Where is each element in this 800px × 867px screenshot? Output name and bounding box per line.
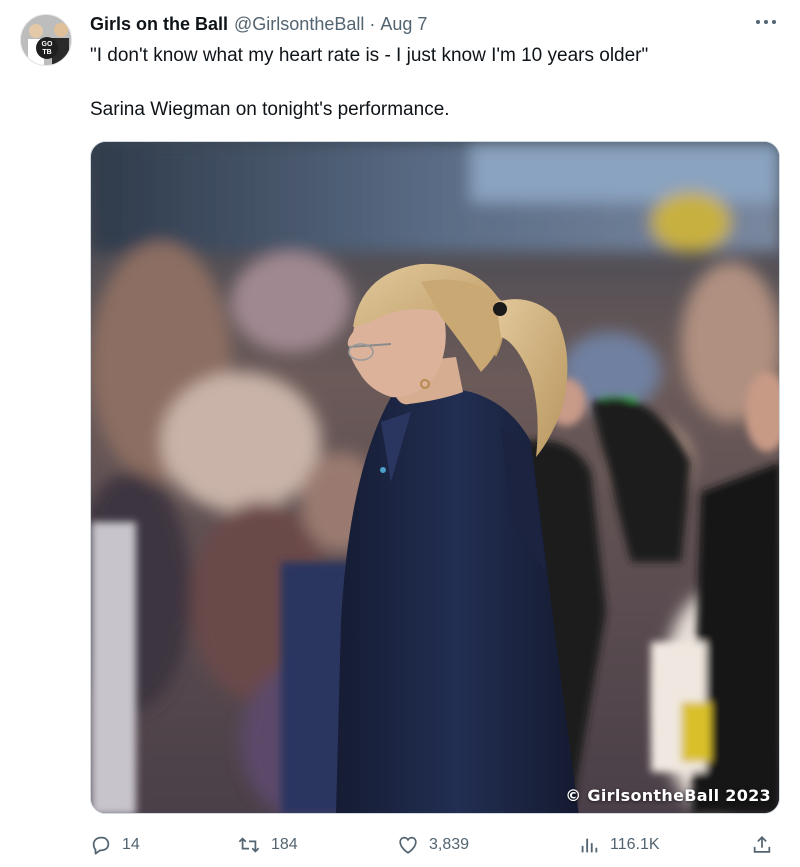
reply-button[interactable]: 14 <box>90 832 140 858</box>
share-icon <box>753 835 771 853</box>
more-horizontal-icon <box>756 20 776 24</box>
svg-text:TB: TB <box>42 49 51 56</box>
like-icon <box>399 836 417 854</box>
view-count: 116.1K <box>610 836 660 853</box>
user-handle[interactable]: @GirlsontheBall <box>234 14 364 35</box>
reply-count: 14 <box>122 836 140 853</box>
like-count: 3,839 <box>429 836 470 853</box>
retweet-button[interactable]: 184 <box>237 832 298 858</box>
avatar[interactable]: GO TB <box>20 14 72 66</box>
like-button[interactable]: 3,839 <box>397 832 469 858</box>
tweet-header: Girls on the Ball @GirlsontheBall · Aug … <box>90 14 780 40</box>
photo-watermark: © GirlsontheBall 2023 <box>565 786 771 805</box>
header-separator: · <box>369 14 376 34</box>
tweet-date[interactable]: Aug 7 <box>380 14 427 35</box>
photo-image <box>91 142 779 813</box>
more-options-button[interactable] <box>752 10 780 34</box>
retweet-count: 184 <box>271 836 298 853</box>
tweet-text-quote: "I don't know what my heart rate is - I … <box>90 45 649 66</box>
display-name[interactable]: Girls on the Ball <box>90 14 228 35</box>
tweet-photo[interactable]: © GirlsontheBall 2023 <box>90 141 780 814</box>
share-button[interactable] <box>751 832 783 858</box>
views-button[interactable]: 116.1K <box>578 832 660 858</box>
reply-icon <box>92 836 110 855</box>
tweet-action-bar: 14 184 3,839 116.1K <box>90 832 780 860</box>
tweet-text-caption: Sarina Wiegman on tonight's performance. <box>90 99 450 120</box>
retweet-icon <box>238 837 260 853</box>
avatar-image: GO TB <box>21 15 71 65</box>
svg-text:GO: GO <box>42 41 53 48</box>
views-icon <box>581 838 598 853</box>
